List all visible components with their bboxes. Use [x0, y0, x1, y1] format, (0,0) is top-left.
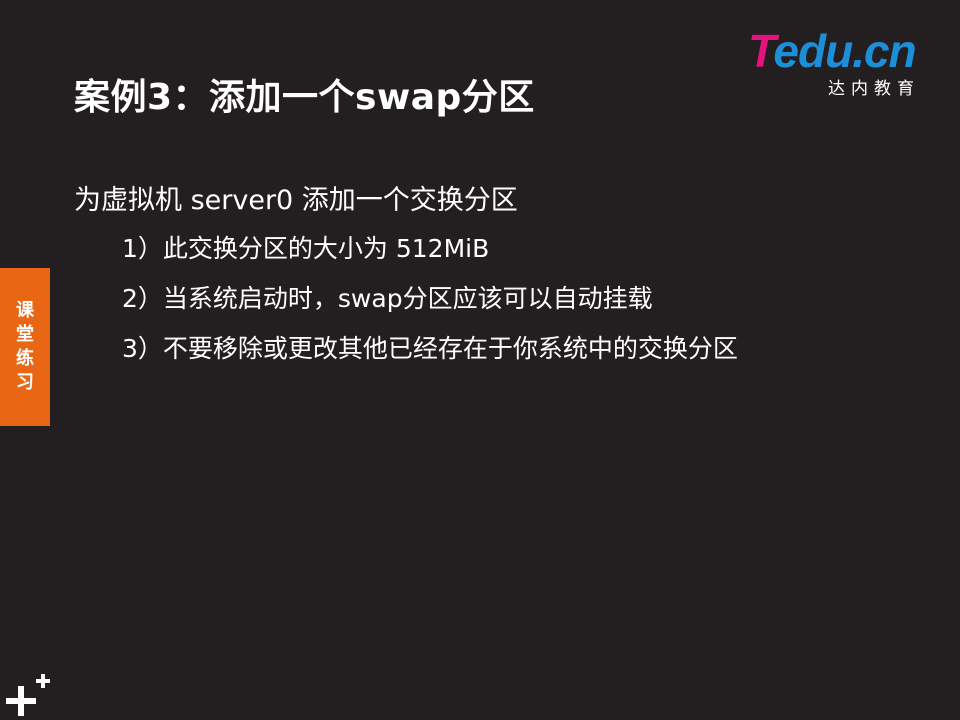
side-tab-char: 习: [16, 372, 34, 393]
logo-subtitle: 达内教育: [828, 79, 920, 99]
side-tab-char: 练: [16, 348, 34, 369]
tedu-logo: Tedu.cn 达内教育: [748, 25, 938, 99]
side-tab-char: 堂: [16, 324, 34, 345]
logo-letter-t: T: [748, 25, 774, 77]
plus-plus-icon: [6, 674, 50, 716]
side-tab-char: 课: [16, 300, 34, 321]
logo-word-edu: edu: [773, 25, 853, 77]
slide-title: 案例3：添加一个swap分区: [74, 77, 535, 118]
main-bullet: 为虚拟机 server0 添加一个交换分区: [74, 185, 518, 216]
sub-item-3: 3）不要移除或更改其他已经存在于你系统中的交换分区: [122, 334, 738, 363]
sub-item-2: 2）当系统启动时，swap分区应该可以自动挂载: [122, 284, 653, 313]
sub-item-1: 1）此交换分区的大小为 512MiB: [122, 234, 490, 263]
logo-word-cn: cn: [863, 25, 917, 77]
slide-content: 为虚拟机 server0 添加一个交换分区 1）此交换分区的大小为 512MiB…: [74, 178, 934, 374]
side-tab-classroom-practice: 课 堂 练 习: [0, 268, 50, 426]
logo-dot: .: [852, 25, 865, 77]
logo-wordmark: Tedu.cn: [748, 25, 917, 77]
